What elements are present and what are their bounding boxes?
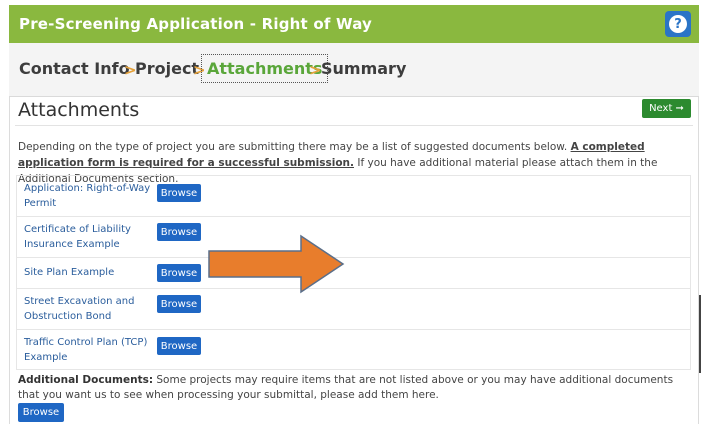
- document-label[interactable]: Application: Right-of-Way Permit: [24, 181, 154, 211]
- window-edge-divider: [699, 295, 701, 373]
- document-label[interactable]: Traffic Control Plan (TCP) Example: [24, 335, 154, 365]
- document-label[interactable]: Certificate of Liability Insurance Examp…: [24, 222, 154, 252]
- browse-button[interactable]: Browse: [157, 295, 201, 313]
- document-row: Site Plan Example Browse: [17, 258, 690, 289]
- help-button[interactable]: ?: [665, 11, 691, 37]
- section-divider: [15, 125, 693, 126]
- additional-documents-label: Additional Documents:: [18, 374, 154, 386]
- document-row: Traffic Control Plan (TCP) Example Brows…: [17, 330, 690, 370]
- step-contact-info[interactable]: Contact Info: [19, 59, 130, 78]
- step-summary[interactable]: Summary: [321, 59, 406, 78]
- document-label[interactable]: Site Plan Example: [24, 265, 154, 280]
- document-row: Certificate of Liability Insurance Examp…: [17, 217, 690, 258]
- additional-browse-button[interactable]: Browse: [18, 403, 64, 422]
- document-row: Street Excavation and Obstruction Bond B…: [17, 289, 690, 330]
- section-title: Attachments: [18, 99, 140, 121]
- next-button[interactable]: Next ➞: [642, 99, 691, 118]
- intro-text-before: Depending on the type of project you are…: [18, 141, 571, 153]
- documents-table: Application: Right-of-Way Permit Browse …: [16, 175, 691, 370]
- browse-button[interactable]: Browse: [157, 337, 201, 355]
- browse-button[interactable]: Browse: [157, 264, 201, 282]
- header-bar: Pre-Screening Application - Right of Way…: [9, 5, 699, 43]
- app-title: Pre-Screening Application - Right of Way: [19, 15, 373, 33]
- step-navigation: Contact Info > Project > Attachments > S…: [9, 43, 699, 97]
- browse-button[interactable]: Browse: [157, 223, 201, 241]
- additional-documents-text: Additional Documents: Some projects may …: [18, 373, 694, 403]
- step-project[interactable]: Project: [135, 59, 199, 78]
- document-row: Application: Right-of-Way Permit Browse: [17, 176, 690, 217]
- browse-button[interactable]: Browse: [157, 184, 201, 202]
- document-label[interactable]: Street Excavation and Obstruction Bond: [24, 294, 154, 324]
- orange-arrow-icon: [208, 234, 345, 294]
- help-icon: ?: [669, 15, 687, 33]
- step-separator-icon: >: [309, 61, 322, 79]
